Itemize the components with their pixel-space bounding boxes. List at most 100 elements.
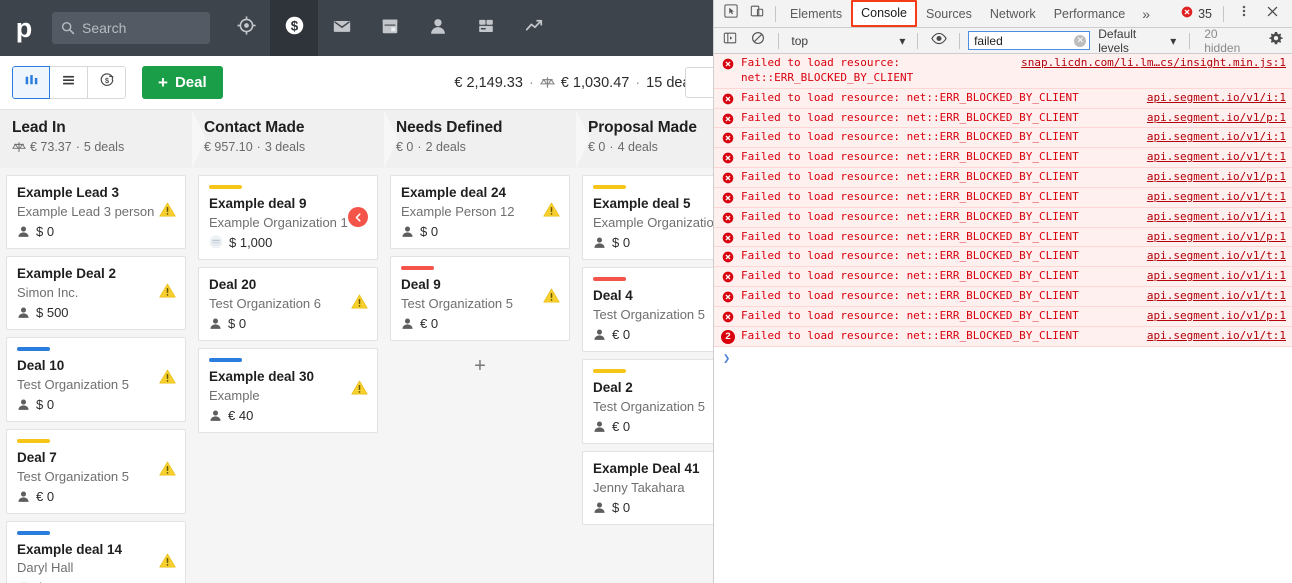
console-message-source-link[interactable]: api.segment.io/v1/t:1 bbox=[1147, 329, 1286, 344]
execution-context-selector[interactable]: top ▾ bbox=[787, 31, 909, 50]
console-message-source-link[interactable]: snap.licdn.com/li.lm…cs/insight.min.js:1 bbox=[1021, 56, 1286, 71]
console-message-row[interactable]: Failed to load resource: net::ERR_BLOCKE… bbox=[714, 108, 1292, 129]
deal-card[interactable]: Deal 4 Test Organization 5 € 0 bbox=[582, 266, 713, 352]
app-logo[interactable]: p bbox=[0, 0, 48, 56]
console-message-source-link[interactable]: api.segment.io/v1/t:1 bbox=[1147, 150, 1286, 165]
search-input[interactable]: Search bbox=[52, 12, 210, 44]
console-message-source-link[interactable]: api.segment.io/v1/p:1 bbox=[1147, 111, 1286, 126]
add-card-button[interactable]: + bbox=[390, 348, 570, 384]
log-levels-selector[interactable]: Default levels ▾ bbox=[1093, 27, 1181, 55]
console-message-source-link[interactable]: api.segment.io/v1/t:1 bbox=[1147, 289, 1286, 304]
devtools-tab-sources[interactable]: Sources bbox=[917, 1, 981, 27]
deal-card[interactable]: Example Deal 41 Jenny Takahara $ 0 bbox=[582, 450, 713, 525]
pipeline-view-button[interactable] bbox=[12, 66, 50, 99]
log-levels-value: Default levels bbox=[1098, 26, 1137, 55]
nav-mail-button[interactable] bbox=[318, 0, 366, 56]
warning-icon[interactable] bbox=[159, 552, 176, 573]
warning-icon[interactable] bbox=[351, 293, 368, 314]
deal-card[interactable]: Deal 10 Test Organization 5 $ 0 bbox=[6, 336, 186, 422]
inspect-element-button[interactable] bbox=[718, 1, 744, 27]
console-message-source-link[interactable]: api.segment.io/v1/i:1 bbox=[1147, 130, 1286, 145]
console-message-source-link[interactable]: api.segment.io/v1/t:1 bbox=[1147, 249, 1286, 264]
warning-icon[interactable] bbox=[159, 201, 176, 222]
console-message-row[interactable]: Failed to load resource: net::ERR_BLOCKE… bbox=[714, 306, 1292, 327]
deal-card[interactable]: Example Lead 3 Example Lead 3 person $ 0 bbox=[6, 175, 186, 249]
console-message-row[interactable]: Failed to load resource: net::ERR_BLOCKE… bbox=[714, 54, 1292, 89]
list-view-button[interactable] bbox=[50, 66, 88, 99]
devtools-close-button[interactable] bbox=[1259, 1, 1285, 27]
deal-card[interactable]: Example deal 14Daryl Hall$ 800 bbox=[6, 520, 186, 583]
column-header[interactable]: Contact Made € 957.10 · 3 deals bbox=[192, 110, 384, 168]
live-expression-button[interactable] bbox=[926, 28, 951, 54]
console-message-list[interactable]: Failed to load resource: net::ERR_BLOCKE… bbox=[714, 54, 1292, 583]
nav-products-button[interactable] bbox=[462, 0, 510, 56]
deal-card[interactable]: Deal 2 Test Organization 5 € 0 bbox=[582, 358, 713, 444]
deal-card[interactable]: Example deal 24 Example Person 12 $ 0 bbox=[390, 175, 570, 249]
console-message-row[interactable]: Failed to load resource: net::ERR_BLOCKE… bbox=[714, 247, 1292, 268]
deal-card[interactable]: Example deal 9 Example Organization 1 $ 1,… bbox=[198, 175, 378, 260]
console-message-row[interactable]: Failed to load resource: net::ERR_BLOCKE… bbox=[714, 168, 1292, 188]
column-header[interactable]: Needs Defined € 0 · 2 deals bbox=[384, 110, 576, 168]
console-message-source-link[interactable]: api.segment.io/v1/t:1 bbox=[1147, 190, 1286, 205]
warning-icon[interactable] bbox=[543, 288, 560, 309]
add-deal-button[interactable]: + Deal bbox=[142, 66, 223, 99]
devtools-menu-button[interactable] bbox=[1231, 1, 1257, 27]
person-icon bbox=[593, 328, 606, 341]
console-message-row[interactable]: Failed to load resource: net::ERR_BLOCKE… bbox=[714, 227, 1292, 248]
toolbar-overflow-button[interactable] bbox=[685, 67, 713, 98]
warning-icon[interactable] bbox=[351, 380, 368, 401]
console-message-row[interactable]: Failed to load resource: net::ERR_BLOCKE… bbox=[714, 88, 1292, 109]
console-prompt[interactable]: ❯ bbox=[714, 347, 1292, 369]
deal-card[interactable]: Example deal 5 Example Organization 3 $ 0 bbox=[582, 175, 713, 260]
console-message-source-link[interactable]: api.segment.io/v1/i:1 bbox=[1147, 210, 1286, 225]
deal-card[interactable]: Deal 7 Test Organization 5 € 0 bbox=[6, 428, 186, 514]
console-message-source-link[interactable]: api.segment.io/v1/i:1 bbox=[1147, 91, 1286, 106]
clear-console-button[interactable] bbox=[746, 28, 771, 54]
error-count-badge[interactable]: 35 bbox=[1177, 6, 1216, 21]
move-back-button[interactable] bbox=[348, 207, 368, 228]
column-header[interactable]: Lead In € 73.37 · 5 deals bbox=[0, 110, 192, 168]
console-message-row[interactable]: Failed to load resource: net::ERR_BLOCKE… bbox=[714, 148, 1292, 169]
console-message-source-link[interactable]: api.segment.io/v1/p:1 bbox=[1147, 170, 1286, 185]
console-message-source-link[interactable]: api.segment.io/v1/i:1 bbox=[1147, 269, 1286, 284]
devtools-tab-console[interactable]: Console bbox=[851, 0, 917, 27]
console-settings-button[interactable] bbox=[1263, 28, 1288, 54]
nav-contacts-button[interactable] bbox=[414, 0, 462, 56]
console-filter-input[interactable]: failed ✕ bbox=[968, 31, 1091, 50]
deal-value-row: $ 0 bbox=[17, 397, 175, 412]
error-icon bbox=[722, 311, 734, 323]
warning-icon[interactable] bbox=[543, 201, 560, 222]
console-message-row[interactable]: 2 Failed to load resource: net::ERR_BLOCK… bbox=[714, 326, 1292, 347]
console-message-row[interactable]: Failed to load resource: net::ERR_BLOCKE… bbox=[714, 187, 1292, 208]
clear-filter-icon[interactable]: ✕ bbox=[1074, 34, 1087, 47]
devtools-tab-elements[interactable]: Elements bbox=[781, 1, 851, 27]
more-tabs-button[interactable]: » bbox=[1134, 6, 1158, 22]
warning-icon[interactable] bbox=[159, 369, 176, 390]
console-sidebar-button[interactable] bbox=[718, 28, 743, 54]
console-toolbar: top ▾ failed ✕ Default levels ▾ 20 hidde… bbox=[714, 27, 1292, 55]
nav-calendar-button[interactable] bbox=[366, 0, 414, 56]
mail-icon bbox=[332, 16, 352, 41]
error-icon bbox=[722, 232, 734, 244]
console-message-row[interactable]: Failed to load resource: net::ERR_BLOCKE… bbox=[714, 287, 1292, 307]
warning-icon[interactable] bbox=[159, 282, 176, 303]
forecast-view-button[interactable]: $ bbox=[88, 66, 126, 99]
deal-card[interactable]: Deal 9 Test Organization 5 € 0 bbox=[390, 255, 570, 341]
person-icon bbox=[593, 420, 606, 433]
deal-card[interactable]: Example Deal 2 Simon Inc. $ 500 bbox=[6, 255, 186, 330]
warning-icon[interactable] bbox=[159, 461, 176, 482]
device-toolbar-button[interactable] bbox=[744, 1, 770, 27]
deal-card[interactable]: Deal 20 Test Organization 6 $ 0 bbox=[198, 266, 378, 341]
devtools-tab-network[interactable]: Network bbox=[981, 1, 1045, 27]
console-message-row[interactable]: Failed to load resource: net::ERR_BLOCKE… bbox=[714, 207, 1292, 228]
nav-insights-button[interactable] bbox=[510, 0, 558, 56]
devtools-tab-performance[interactable]: Performance bbox=[1045, 1, 1135, 27]
deal-card[interactable]: Example deal 30 Example € 40 bbox=[198, 347, 378, 433]
console-message-row[interactable]: Failed to load resource: net::ERR_BLOCKE… bbox=[714, 267, 1292, 288]
console-message-source-link[interactable]: api.segment.io/v1/p:1 bbox=[1147, 309, 1286, 324]
column-header[interactable]: Proposal Made € 0 · 4 deals bbox=[576, 110, 713, 168]
nav-deals-button[interactable]: $ bbox=[270, 0, 318, 56]
console-message-row[interactable]: Failed to load resource: net::ERR_BLOCKE… bbox=[714, 128, 1292, 149]
console-message-source-link[interactable]: api.segment.io/v1/p:1 bbox=[1147, 230, 1286, 245]
nav-leads-button[interactable] bbox=[222, 0, 270, 56]
